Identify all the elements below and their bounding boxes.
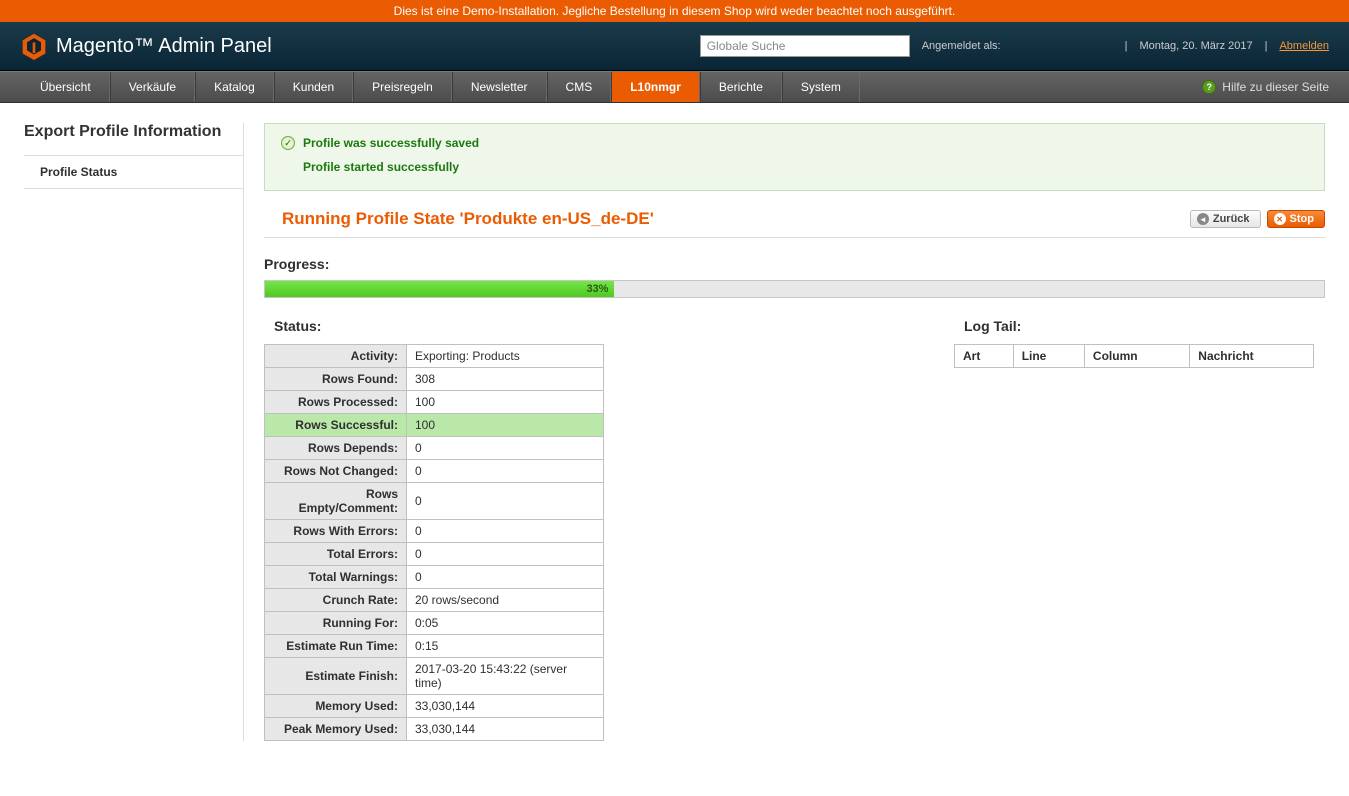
log-column: Log Tail: ArtLineColumnNachricht (954, 318, 1314, 368)
header: Magento™ Admin Panel Angemeldet als: | M… (0, 22, 1349, 71)
sidebar-heading: Export Profile Information (24, 123, 243, 156)
title-row: Running Profile State 'Produkte en-US_de… (264, 209, 1325, 238)
status-row: Estimate Run Time:0:15 (265, 635, 604, 658)
status-label: Status: (264, 318, 904, 334)
log-table: ArtLineColumnNachricht (954, 344, 1314, 368)
main-menu: ÜbersichtVerkäufeKatalogKundenPreisregel… (0, 72, 860, 102)
sidebar: Export Profile Information Profile Statu… (24, 123, 244, 741)
log-col-line: Line (1013, 345, 1084, 368)
status-row: Total Errors:0 (265, 543, 604, 566)
logged-in-label: Angemeldet als: (922, 40, 1001, 52)
log-col-art: Art (955, 345, 1014, 368)
log-col-nachricht: Nachricht (1190, 345, 1314, 368)
menu-item-cms[interactable]: CMS (547, 72, 612, 102)
menu-item-katalog[interactable]: Katalog (195, 72, 274, 102)
status-row: Rows Depends:0 (265, 437, 604, 460)
progress-bar: 33% (264, 280, 1325, 298)
content: ✓ Profile was successfully saved Profile… (264, 123, 1325, 741)
demo-banner: Dies ist eine Demo-Installation. Jeglich… (0, 0, 1349, 22)
logout-link[interactable]: Abmelden (1279, 40, 1329, 52)
progress-label: Progress: (264, 256, 1325, 272)
menu-item-kunden[interactable]: Kunden (274, 72, 353, 102)
status-row: Rows With Errors:0 (265, 520, 604, 543)
status-table: Activity:Exporting: ProductsRows Found:3… (264, 344, 604, 741)
msg-saved: ✓ Profile was successfully saved (281, 136, 1308, 150)
magento-logo-icon (20, 32, 48, 60)
msg-started: Profile started successfully (281, 160, 1308, 174)
status-row: Total Warnings:0 (265, 566, 604, 589)
menu-item-newsletter[interactable]: Newsletter (452, 72, 547, 102)
logo-text: Magento™ Admin Panel (56, 35, 272, 58)
action-buttons: ◄ Zurück ✕ Stop (1190, 210, 1325, 228)
status-row: Rows Processed:100 (265, 391, 604, 414)
status-row: Rows Successful:100 (265, 414, 604, 437)
status-row: Running For:0:05 (265, 612, 604, 635)
status-row: Rows Found:308 (265, 368, 604, 391)
menu-item-system[interactable]: System (782, 72, 860, 102)
help-icon: ? (1202, 80, 1216, 94)
progress-fill: 33% (265, 281, 614, 297)
status-row: Memory Used:33,030,144 (265, 695, 604, 718)
menu-item-berichte[interactable]: Berichte (700, 72, 782, 102)
global-search-input[interactable] (700, 35, 910, 57)
status-row: Crunch Rate:20 rows/second (265, 589, 604, 612)
page-title: Running Profile State 'Produkte en-US_de… (264, 209, 654, 229)
sidebar-item-profile-status[interactable]: Profile Status (24, 156, 243, 189)
status-row: Estimate Finish:2017-03-20 15:43:22 (ser… (265, 658, 604, 695)
status-row: Rows Not Changed:0 (265, 460, 604, 483)
back-arrow-icon: ◄ (1197, 213, 1209, 225)
stop-x-icon: ✕ (1274, 213, 1286, 225)
stop-button[interactable]: ✕ Stop (1267, 210, 1325, 228)
tables-row: Status: Activity:Exporting: ProductsRows… (264, 318, 1325, 741)
menu-item-übersicht[interactable]: Übersicht (0, 72, 110, 102)
status-row: Peak Memory Used:33,030,144 (265, 718, 604, 741)
success-message-box: ✓ Profile was successfully saved Profile… (264, 123, 1325, 191)
header-right: Angemeldet als: | Montag, 20. März 2017 … (700, 35, 1329, 57)
menu-item-l10nmgr[interactable]: L10nmgr (611, 72, 700, 102)
logo[interactable]: Magento™ Admin Panel (20, 32, 272, 60)
back-button[interactable]: ◄ Zurück (1190, 210, 1261, 228)
main-content: Export Profile Information Profile Statu… (0, 103, 1349, 741)
menu-item-preisregeln[interactable]: Preisregeln (353, 72, 452, 102)
check-icon: ✓ (281, 136, 295, 150)
help-link-wrap: ? Hilfe zu dieser Seite (1182, 72, 1349, 102)
log-col-column: Column (1084, 345, 1189, 368)
help-link[interactable]: Hilfe zu dieser Seite (1222, 80, 1329, 94)
log-label: Log Tail: (954, 318, 1314, 334)
menu-item-verkäufe[interactable]: Verkäufe (110, 72, 195, 102)
status-row: Rows Empty/Comment:0 (265, 483, 604, 520)
menubar: ÜbersichtVerkäufeKatalogKundenPreisregel… (0, 71, 1349, 103)
status-column: Status: Activity:Exporting: ProductsRows… (264, 318, 904, 741)
status-row: Activity:Exporting: Products (265, 345, 604, 368)
header-date: Montag, 20. März 2017 (1139, 40, 1252, 52)
